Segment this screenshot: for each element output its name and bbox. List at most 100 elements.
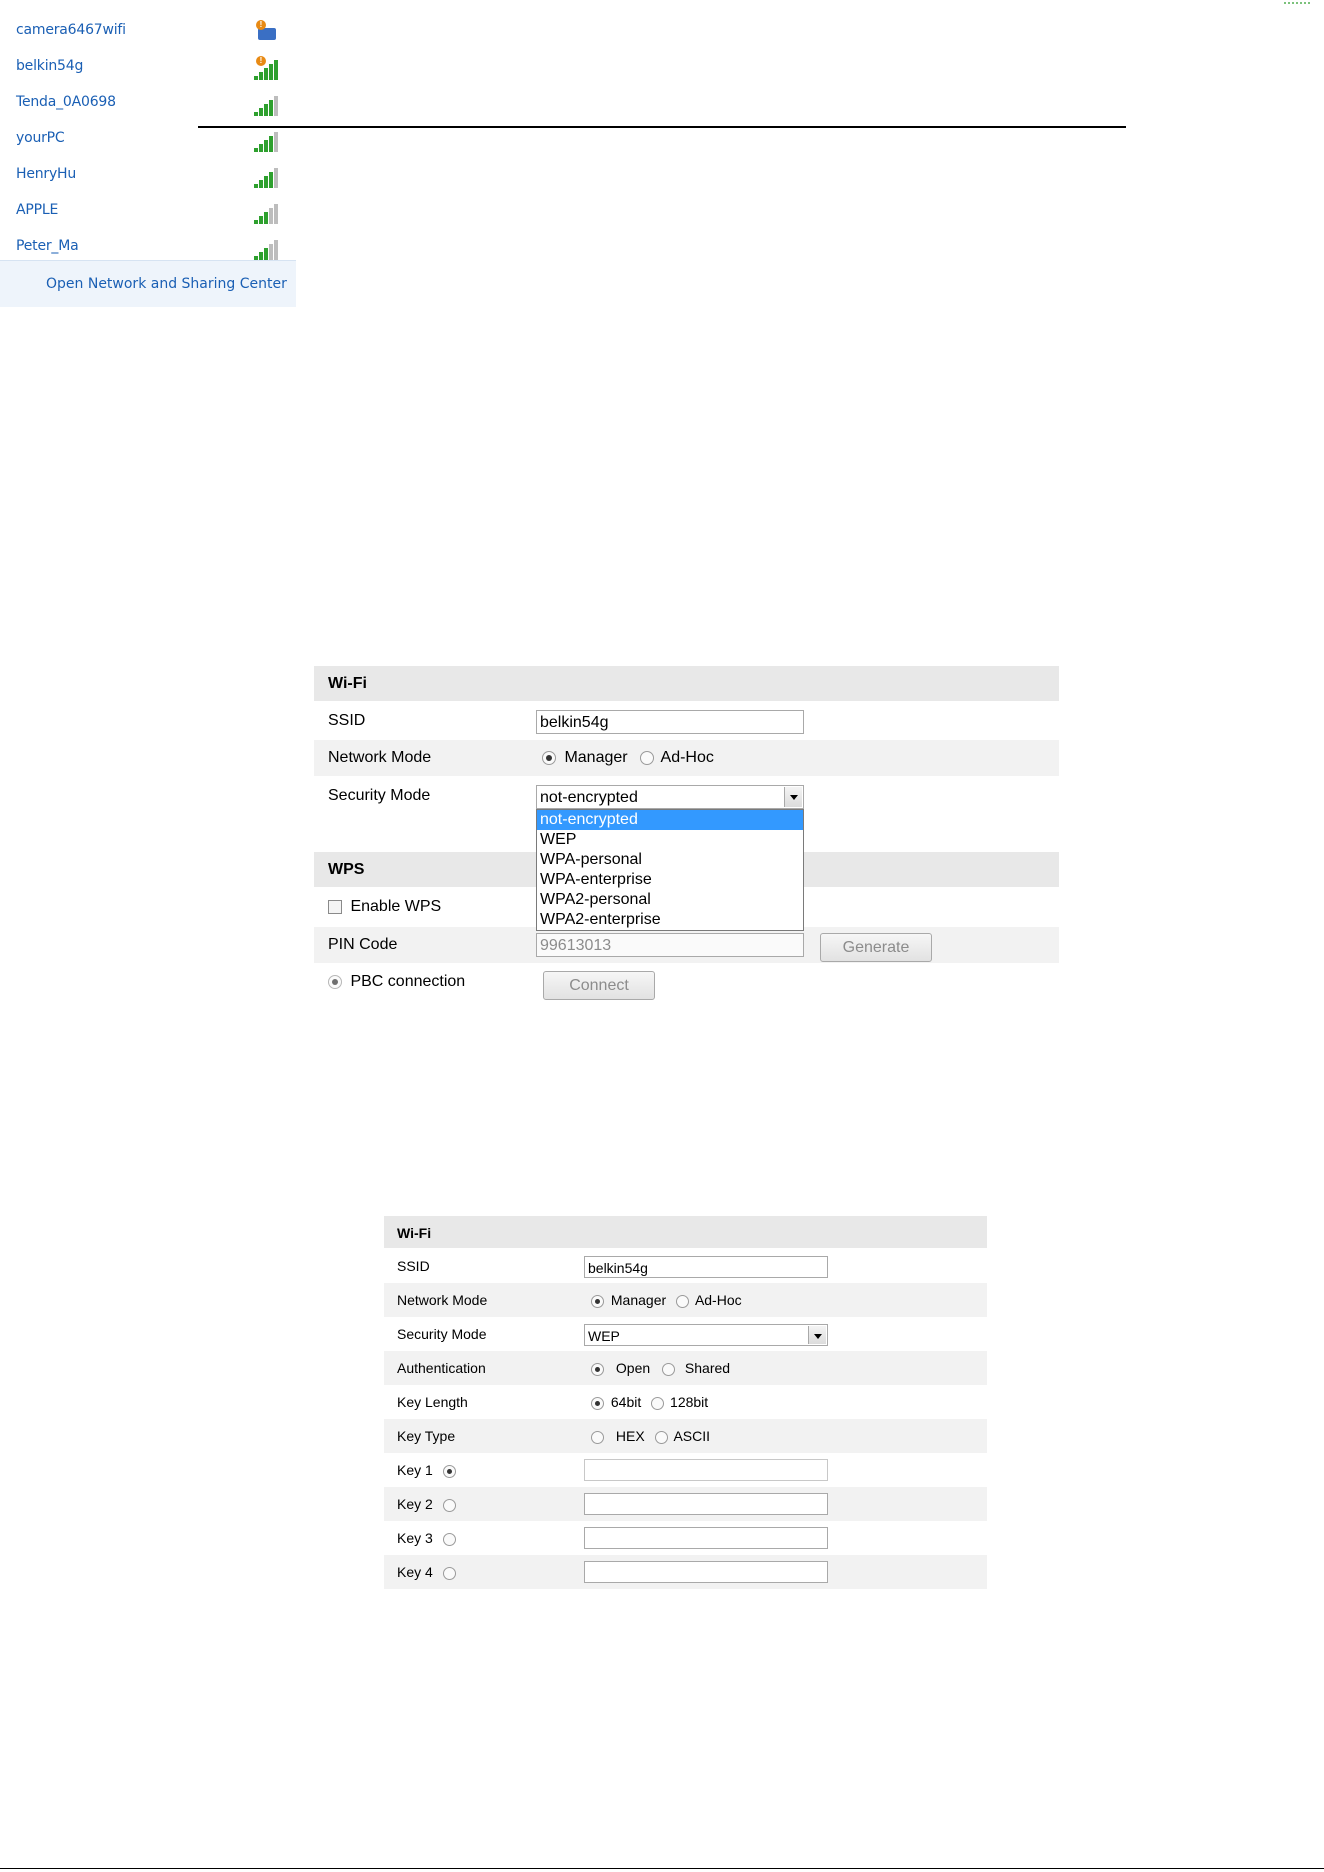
network-warning-icon: !	[250, 20, 280, 44]
security-mode-option[interactable]: WPA-enterprise	[537, 870, 803, 890]
signal-bar	[274, 204, 278, 224]
ssid-input[interactable]: belkin54g	[584, 1256, 828, 1278]
key-length-128-label: 128bit	[670, 1394, 709, 1410]
security-mode-option[interactable]: WPA2-enterprise	[537, 910, 803, 930]
network-name: Tenda_0A0698	[16, 94, 116, 110]
signal-bar	[274, 240, 278, 260]
security-mode-option[interactable]: WEP	[537, 830, 803, 850]
key-2-radio[interactable]	[442, 1498, 456, 1512]
security-mode-option[interactable]: WPA-personal	[537, 850, 803, 870]
network-item[interactable]: HenryHu	[8, 158, 290, 194]
adhoc-radio[interactable]	[676, 1294, 690, 1308]
wps-header-label: WPS	[328, 861, 365, 878]
key-length-128-radio[interactable]	[651, 1396, 665, 1410]
key-4-row: Key 4	[384, 1555, 987, 1589]
security-mode-select[interactable]: not-encrypted	[536, 785, 804, 809]
pin-code-row: PIN Code 99613013 Generate	[314, 927, 1059, 963]
signal-bar	[269, 64, 273, 80]
key-type-hex-label: HEX	[615, 1428, 645, 1444]
ssid-input[interactable]: belkin54g	[536, 710, 804, 734]
signal-bar	[254, 148, 258, 152]
key-1-row: Key 1	[384, 1453, 987, 1487]
signal-bar	[259, 180, 263, 188]
pbc-radio[interactable]	[328, 974, 342, 989]
key-3-row: Key 3	[384, 1521, 987, 1555]
signal-bar	[254, 184, 258, 188]
ssid-row: SSID belkin54g	[384, 1249, 987, 1283]
key-4-input[interactable]	[584, 1561, 828, 1583]
key-1-radio[interactable]	[442, 1464, 456, 1478]
key-4-radio[interactable]	[442, 1566, 456, 1580]
network-name: camera6467wifi	[16, 22, 126, 38]
security-mode-select[interactable]: WEP	[584, 1324, 828, 1346]
network-item[interactable]: camera6467wifi!	[8, 14, 290, 50]
network-item[interactable]: APPLE	[8, 194, 290, 230]
enable-wps-checkbox[interactable]	[328, 899, 342, 914]
wifi-section-header: Wi-Fi	[314, 666, 1059, 701]
network-item[interactable]: yourPC	[8, 122, 290, 158]
connect-label: Connect	[569, 977, 629, 994]
wifi-signal-icon	[250, 236, 280, 260]
manager-radio[interactable]	[591, 1294, 604, 1308]
ssid-label: SSID	[397, 1258, 430, 1274]
security-mode-label: Security Mode	[397, 1326, 487, 1342]
key-type-hex-radio[interactable]	[591, 1430, 604, 1444]
key-1-label: Key 1	[397, 1462, 433, 1478]
ssid-value: belkin54g	[588, 1260, 648, 1276]
security-mode-option[interactable]: not-encrypted	[537, 810, 803, 830]
security-mode-label: Security Mode	[328, 787, 431, 804]
signal-bar	[264, 140, 268, 152]
signal-bar	[259, 216, 263, 224]
signal-bar	[259, 252, 263, 260]
key-type-ascii-radio[interactable]	[654, 1430, 668, 1444]
security-mode-row: Security Mode WEP	[384, 1317, 987, 1351]
auth-open-label: Open	[615, 1360, 651, 1376]
wifi-settings-panel-1: Wi-Fi SSID belkin54g Network Mode Manage…	[314, 666, 1059, 1006]
manager-radio[interactable]	[542, 750, 556, 765]
signal-bar	[269, 208, 273, 224]
key-length-label: Key Length	[397, 1394, 468, 1410]
chevron-down-icon[interactable]	[784, 787, 802, 807]
generate-button[interactable]: Generate	[820, 933, 932, 962]
signal-bar	[254, 76, 258, 80]
network-item[interactable]: belkin54g!	[8, 50, 290, 86]
signal-bar	[269, 244, 273, 260]
adhoc-label: Ad-Hoc	[694, 1292, 742, 1308]
security-mode-option[interactable]: WPA2-personal	[537, 890, 803, 910]
open-network-sharing-center-label: Open Network and Sharing Center	[46, 276, 287, 292]
signal-bar	[269, 172, 273, 188]
security-mode-value: WEP	[588, 1328, 620, 1344]
ssid-value: belkin54g	[540, 714, 609, 731]
key-2-label: Key 2	[397, 1496, 433, 1512]
signal-bar	[254, 220, 258, 224]
key-3-input[interactable]	[584, 1527, 828, 1549]
key-3-radio[interactable]	[442, 1532, 456, 1546]
network-mode-row: Network Mode Manager Ad-Hoc	[314, 740, 1059, 776]
pbc-label: PBC connection	[350, 973, 466, 990]
pin-code-label: PIN Code	[328, 936, 398, 953]
network-item[interactable]: Tenda_0A0698	[8, 86, 290, 122]
key-2-input[interactable]	[584, 1493, 828, 1515]
authentication-label: Authentication	[397, 1360, 486, 1376]
manager-label: Manager	[610, 1292, 667, 1308]
pin-code-value: 99613013	[540, 937, 612, 954]
key-type-row: Key Type HEX ASCII	[384, 1419, 987, 1453]
signal-bar	[259, 72, 263, 80]
connect-button[interactable]: Connect	[543, 971, 655, 1000]
chevron-down-icon[interactable]	[808, 1326, 826, 1344]
key-1-input[interactable]	[584, 1459, 828, 1481]
key-length-row: Key Length 64bit 128bit	[384, 1385, 987, 1419]
open-network-sharing-center-link[interactable]: Open Network and Sharing Center	[0, 260, 296, 307]
network-mode-row: Network Mode Manager Ad-Hoc	[384, 1283, 987, 1317]
adhoc-radio[interactable]	[640, 750, 655, 765]
key-3-label: Key 3	[397, 1530, 433, 1546]
signal-bar	[264, 248, 268, 260]
network-mode-label: Network Mode	[328, 749, 432, 766]
signal-bar	[259, 108, 263, 116]
pin-code-input[interactable]: 99613013	[536, 933, 804, 957]
auth-shared-radio[interactable]	[662, 1362, 676, 1376]
key-length-64-radio[interactable]	[591, 1396, 604, 1410]
auth-open-radio[interactable]	[591, 1362, 604, 1376]
wifi-header-label: Wi-Fi	[328, 675, 367, 692]
signal-bar	[264, 176, 268, 188]
